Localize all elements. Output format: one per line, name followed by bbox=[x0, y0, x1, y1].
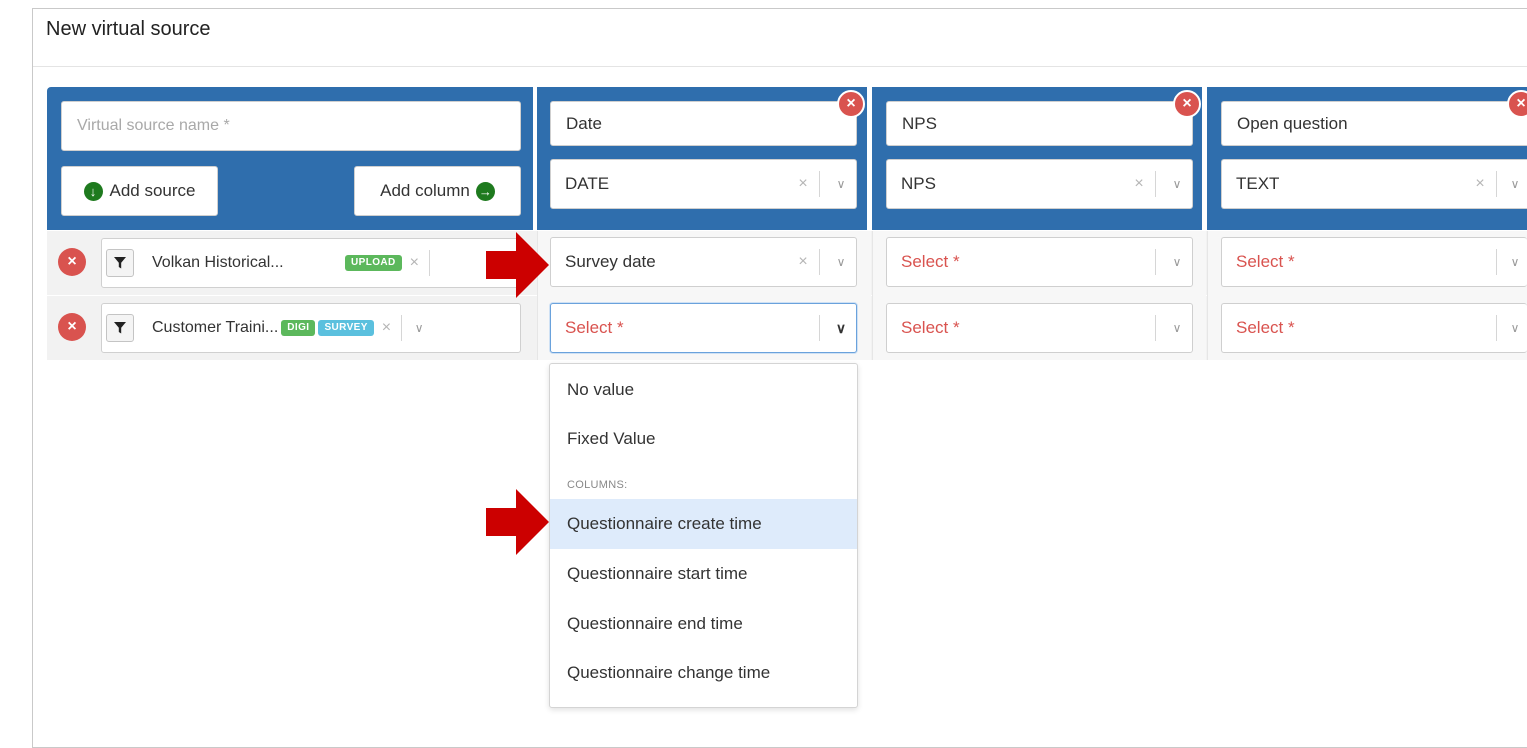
close-icon[interactable]: × bbox=[410, 254, 419, 272]
dropdown-option-no-value[interactable]: No value bbox=[550, 365, 857, 415]
column-type-value: NPS bbox=[901, 174, 936, 193]
chevron-down-icon[interactable]: ∨ bbox=[1162, 321, 1192, 335]
digi-badge: DIGI bbox=[281, 320, 316, 336]
annotation-arrow bbox=[486, 489, 549, 555]
panel-divider bbox=[33, 66, 1527, 67]
annotation-arrow bbox=[486, 232, 549, 298]
column-type-select[interactable]: DATE × ∨ bbox=[550, 159, 857, 209]
remove-column-button[interactable]: × bbox=[837, 90, 865, 118]
column-name-input[interactable]: Date bbox=[550, 101, 857, 146]
close-icon: × bbox=[1182, 95, 1192, 112]
mapping-value: Select * bbox=[901, 318, 960, 337]
dropdown-option-end-time[interactable]: Questionnaire end time bbox=[550, 599, 857, 649]
mapping-value: Select * bbox=[1236, 252, 1295, 271]
column-name-text: Date bbox=[566, 113, 602, 133]
mapping-select[interactable]: Select * ∨ bbox=[886, 237, 1193, 287]
mapping-select[interactable]: Select * ∨ bbox=[1221, 237, 1527, 287]
add-source-button[interactable]: ↓ Add source bbox=[61, 166, 218, 216]
chevron-down-icon[interactable]: ∨ bbox=[826, 177, 856, 191]
panel-title: New virtual source bbox=[46, 18, 211, 40]
dropdown-option-change-time[interactable]: Questionnaire change time bbox=[550, 648, 857, 698]
remove-source-button[interactable]: × bbox=[58, 248, 86, 276]
close-icon[interactable]: × bbox=[1129, 175, 1149, 193]
mapping-select[interactable]: Select * ∨ bbox=[1221, 303, 1527, 353]
dropdown-option-fixed-value[interactable]: Fixed Value bbox=[550, 414, 857, 464]
dropdown-option-start-time[interactable]: Questionnaire start time bbox=[550, 549, 857, 599]
source-name: Customer Traini... bbox=[152, 319, 279, 336]
mapping-value: Survey date bbox=[565, 252, 656, 271]
column-type-select[interactable]: TEXT × ∨ bbox=[1221, 159, 1527, 209]
chevron-down-icon[interactable]: ∨ bbox=[826, 255, 856, 269]
close-icon: × bbox=[67, 253, 77, 270]
virtual-source-name-input[interactable]: Virtual source name * bbox=[61, 101, 521, 151]
mapping-value: Select * bbox=[1236, 318, 1295, 337]
column-name-text: Open question bbox=[1237, 113, 1348, 133]
close-icon: × bbox=[67, 318, 77, 335]
chevron-down-icon[interactable]: ∨ bbox=[826, 320, 856, 337]
chevron-down-icon[interactable]: ∨ bbox=[1503, 321, 1527, 335]
chevron-down-icon[interactable]: ∨ bbox=[1162, 177, 1192, 191]
chevron-down-icon[interactable]: ∨ bbox=[1162, 255, 1192, 269]
close-icon[interactable]: × bbox=[1470, 175, 1490, 193]
mapping-value: Select * bbox=[565, 318, 624, 337]
mapping-select[interactable]: Survey date × ∨ bbox=[550, 237, 857, 287]
close-icon: × bbox=[846, 95, 856, 112]
filter-icon bbox=[114, 322, 126, 334]
filter-button[interactable] bbox=[106, 249, 134, 277]
filter-icon bbox=[114, 257, 126, 269]
source-select[interactable]: Customer Traini... DIGI SURVEY × ∨ bbox=[101, 303, 521, 353]
close-icon[interactable]: × bbox=[793, 253, 813, 271]
remove-column-button[interactable]: × bbox=[1173, 90, 1201, 118]
mapping-select[interactable]: Select * ∨ bbox=[886, 303, 1193, 353]
add-column-button[interactable]: Add column → bbox=[354, 166, 521, 216]
upload-badge: UPLOAD bbox=[345, 255, 402, 271]
dropdown-group-label: COLUMNS: bbox=[567, 479, 628, 491]
dropdown-option-create-time[interactable]: Questionnaire create time bbox=[550, 499, 857, 549]
column-name-text: NPS bbox=[902, 113, 937, 133]
close-icon: × bbox=[1516, 95, 1526, 112]
arrow-right-circle-icon: → bbox=[475, 181, 495, 201]
close-icon[interactable]: × bbox=[793, 175, 813, 193]
chevron-down-icon[interactable]: ∨ bbox=[402, 321, 436, 335]
add-column-label: Add column bbox=[380, 181, 470, 200]
chevron-down-icon[interactable]: ∨ bbox=[1503, 255, 1527, 269]
add-source-label: Add source bbox=[109, 181, 196, 200]
column-type-value: DATE bbox=[565, 174, 610, 193]
source-select[interactable]: Volkan Historical... UPLOAD × bbox=[101, 238, 521, 288]
mapping-dropdown-menu: No value Fixed Value COLUMNS: Questionna… bbox=[549, 363, 858, 708]
source-name: Volkan Historical... bbox=[152, 254, 284, 271]
close-icon[interactable]: × bbox=[382, 319, 391, 337]
mapping-value: Select * bbox=[901, 252, 960, 271]
column-name-input[interactable]: Open question bbox=[1221, 101, 1527, 146]
remove-source-button[interactable]: × bbox=[58, 313, 86, 341]
column-type-select[interactable]: NPS × ∨ bbox=[886, 159, 1193, 209]
mapping-select-open[interactable]: Select * ∨ bbox=[550, 303, 857, 353]
survey-badge: SURVEY bbox=[318, 320, 374, 336]
plus-circle-icon: ↓ bbox=[83, 181, 103, 201]
column-name-input[interactable]: NPS bbox=[886, 101, 1193, 146]
filter-button[interactable] bbox=[106, 314, 134, 342]
remove-column-button[interactable]: × bbox=[1507, 90, 1527, 118]
chevron-down-icon[interactable]: ∨ bbox=[1503, 177, 1527, 191]
column-type-value: TEXT bbox=[1236, 174, 1280, 193]
